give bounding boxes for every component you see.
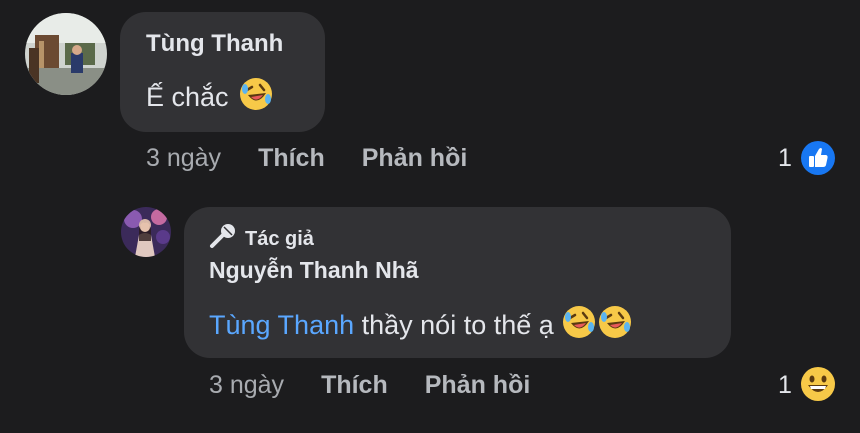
- microphone-icon: [209, 223, 237, 255]
- comment-timestamp[interactable]: 3 ngày: [146, 144, 221, 173]
- comment-text: Ế chắc: [146, 81, 229, 112]
- comment-reaction-count[interactable]: 1: [778, 144, 792, 173]
- reply-timestamp[interactable]: 3 ngày: [209, 371, 284, 400]
- reply-like-button[interactable]: Thích: [321, 371, 388, 400]
- like-reaction-icon[interactable]: [800, 140, 836, 181]
- reply-author-avatar[interactable]: [121, 207, 171, 257]
- author-badge-label: Tác giả: [245, 227, 314, 250]
- reply-text: thầy nói to thế ạ: [354, 309, 554, 340]
- grin-reaction-icon[interactable]: [800, 366, 836, 407]
- commenter-avatar-photo: [25, 13, 107, 95]
- mention-link[interactable]: Tùng Thanh: [209, 310, 354, 341]
- author-badge: Tác giả: [209, 223, 314, 255]
- comment-text-row: Ế chắc: [146, 77, 273, 118]
- rofl-emoji: [598, 305, 632, 346]
- reply-reaction-count[interactable]: 1: [778, 371, 792, 400]
- reply-text-row: Tùng Thanh thầy nói to thế ạ: [209, 305, 632, 345]
- comment-reply-button[interactable]: Phản hồi: [362, 144, 468, 173]
- comment-author-name[interactable]: Tùng Thanh: [146, 30, 283, 58]
- reply-author-avatar-photo: [121, 207, 171, 257]
- rofl-emoji: [562, 305, 596, 346]
- reply-reply-button[interactable]: Phản hồi: [425, 371, 531, 400]
- reply-actions: 3 ngày Thích Phản hồi: [209, 371, 530, 400]
- rofl-emoji: [239, 77, 273, 118]
- reply-author-name[interactable]: Nguyễn Thanh Nhã: [209, 257, 419, 284]
- commenter-avatar[interactable]: [25, 13, 107, 95]
- comment-like-button[interactable]: Thích: [258, 144, 325, 173]
- comment-actions: 3 ngày Thích Phản hồi: [146, 144, 467, 173]
